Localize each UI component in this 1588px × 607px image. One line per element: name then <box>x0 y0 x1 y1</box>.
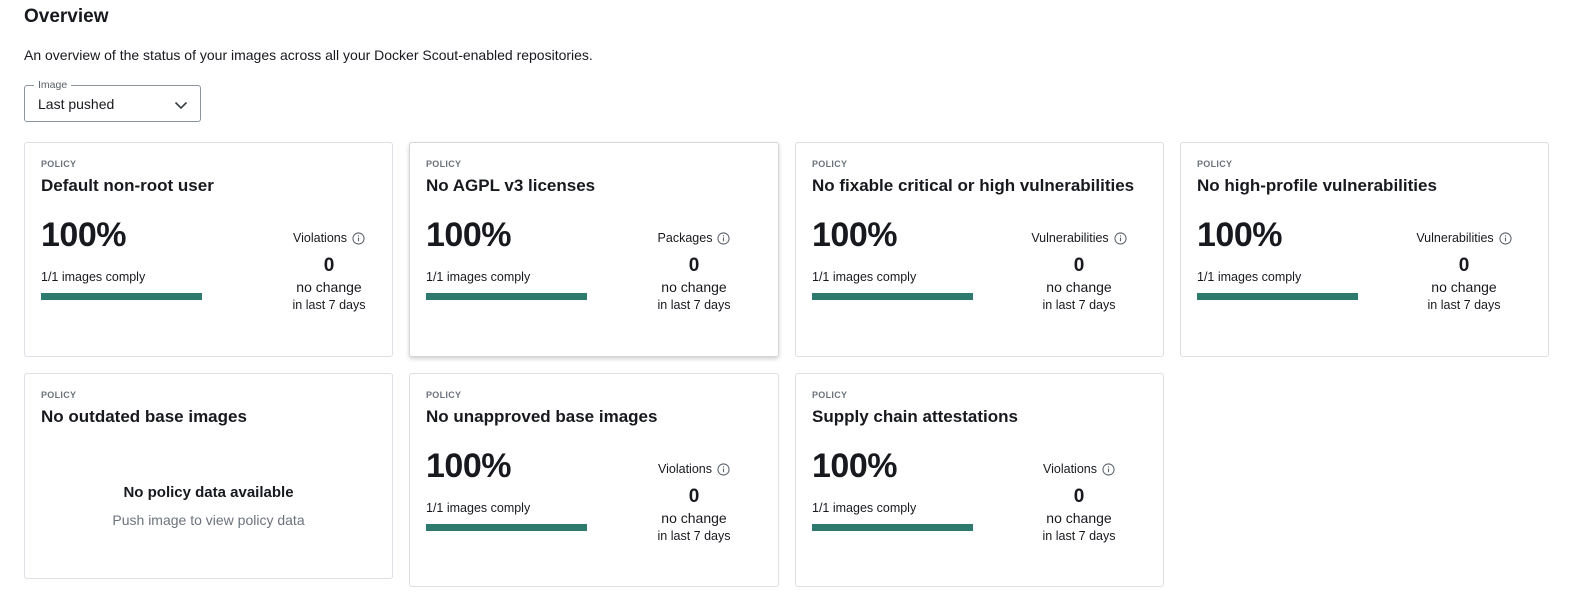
policy-title: No unapproved base images <box>426 407 658 426</box>
metric-period: in last 7 days <box>657 298 731 312</box>
compliance-progress-bar <box>812 524 973 531</box>
metric-change: no change <box>1046 510 1112 526</box>
metric-period: in last 7 days <box>1042 298 1116 312</box>
compliance-progress-fill <box>426 293 587 300</box>
policy-title: No outdated base images <box>41 407 247 426</box>
chevron-down-icon <box>174 101 188 110</box>
policy-card-no-fixable-critical-or-high-vulnerabilities[interactable]: POLICY No fixable critical or high vulne… <box>795 142 1164 357</box>
image-select-label: Image <box>34 78 72 92</box>
compliance-progress-bar <box>812 293 973 300</box>
metric-label: Vulnerabilities <box>1031 231 1109 245</box>
policy-tag: POLICY <box>41 390 77 400</box>
metric-block: Vulnerabilities 0 no change in last 7 da… <box>1009 229 1149 312</box>
compliance-progress-fill <box>41 293 202 300</box>
compliance-count: 1/1 images comply <box>426 501 531 515</box>
policy-card-no-outdated-base-images[interactable]: POLICY No outdated base images No policy… <box>24 373 393 579</box>
empty-state-subtitle: Push image to view policy data <box>112 512 305 528</box>
metric-change: no change <box>1046 279 1112 295</box>
compliance-count: 1/1 images comply <box>1197 270 1302 284</box>
page-title: Overview <box>24 6 109 27</box>
metric-label: Violations <box>293 231 347 245</box>
metric-block: Packages 0 no change in last 7 days <box>624 229 764 312</box>
metric-value: 0 <box>688 255 700 276</box>
policy-title: No fixable critical or high vulnerabilit… <box>812 176 1135 195</box>
metric-block: Vulnerabilities 0 no change in last 7 da… <box>1394 229 1534 312</box>
info-icon[interactable] <box>1102 462 1115 476</box>
policy-card-no-agpl-v3-licenses[interactable]: POLICY No AGPL v3 licenses 100% 1/1 imag… <box>409 142 779 357</box>
policy-tag: POLICY <box>426 159 462 169</box>
compliance-count: 1/1 images comply <box>812 501 917 515</box>
policy-card-default-non-root-user[interactable]: POLICY Default non-root user 100% 1/1 im… <box>24 142 393 357</box>
policy-tag: POLICY <box>1197 159 1233 169</box>
policy-title: Default non-root user <box>41 176 214 195</box>
info-icon[interactable] <box>1114 231 1127 245</box>
compliance-progress-bar <box>41 293 202 300</box>
metric-label: Vulnerabilities <box>1416 231 1494 245</box>
compliance-progress-fill <box>1197 293 1358 300</box>
compliance-count: 1/1 images comply <box>41 270 146 284</box>
metric-value: 0 <box>688 486 700 507</box>
compliance-count: 1/1 images comply <box>426 270 531 284</box>
info-icon[interactable] <box>717 462 730 476</box>
metric-period: in last 7 days <box>292 298 366 312</box>
policy-card-no-unapproved-base-images[interactable]: POLICY No unapproved base images 100% 1/… <box>409 373 779 587</box>
policy-title: No high-profile vulnerabilities <box>1197 176 1437 195</box>
compliance-progress-bar <box>426 524 587 531</box>
metric-label: Violations <box>658 462 712 476</box>
compliance-percent: 100% <box>426 447 511 485</box>
policy-tag: POLICY <box>812 390 848 400</box>
metric-block: Violations 0 no change in last 7 days <box>1009 460 1149 543</box>
compliance-progress-fill <box>812 524 973 531</box>
info-icon[interactable] <box>352 231 365 245</box>
policy-card-supply-chain-attestations[interactable]: POLICY Supply chain attestations 100% 1/… <box>795 373 1164 587</box>
compliance-percent: 100% <box>426 216 511 254</box>
policy-title: Supply chain attestations <box>812 407 1018 426</box>
compliance-progress-fill <box>426 524 587 531</box>
metric-period: in last 7 days <box>1427 298 1501 312</box>
metric-value: 0 <box>1073 486 1085 507</box>
policy-tag: POLICY <box>41 159 77 169</box>
policy-card-no-high-profile-vulnerabilities[interactable]: POLICY No high-profile vulnerabilities 1… <box>1180 142 1549 357</box>
metric-label: Violations <box>1043 462 1097 476</box>
compliance-progress-bar <box>426 293 587 300</box>
metric-change: no change <box>1431 279 1497 295</box>
info-icon[interactable] <box>717 231 731 245</box>
policy-title: No AGPL v3 licenses <box>426 176 596 195</box>
image-select-value: Last pushed <box>38 96 115 112</box>
compliance-progress-fill <box>812 293 973 300</box>
metric-label: Packages <box>657 231 713 245</box>
empty-state-title: No policy data available <box>123 484 294 501</box>
metric-change: no change <box>661 510 727 526</box>
compliance-percent: 100% <box>41 216 126 254</box>
metric-change: no change <box>296 279 362 295</box>
metric-value: 0 <box>1458 255 1470 276</box>
compliance-progress-bar <box>1197 293 1358 300</box>
metric-change: no change <box>661 279 727 295</box>
metric-block: Violations 0 no change in last 7 days <box>624 460 764 543</box>
policy-tag: POLICY <box>426 390 462 400</box>
metric-period: in last 7 days <box>1042 529 1116 543</box>
page-description: An overview of the status of your images… <box>24 47 593 63</box>
info-icon[interactable] <box>1499 231 1512 245</box>
compliance-percent: 100% <box>812 216 897 254</box>
metric-period: in last 7 days <box>657 529 731 543</box>
compliance-count: 1/1 images comply <box>812 270 917 284</box>
metric-value: 0 <box>323 255 335 276</box>
policy-tag: POLICY <box>812 159 848 169</box>
compliance-percent: 100% <box>1197 216 1282 254</box>
compliance-percent: 100% <box>812 447 897 485</box>
metric-value: 0 <box>1073 255 1085 276</box>
image-select[interactable]: Image Last pushed <box>24 78 201 122</box>
metric-block: Violations 0 no change in last 7 days <box>259 229 399 312</box>
